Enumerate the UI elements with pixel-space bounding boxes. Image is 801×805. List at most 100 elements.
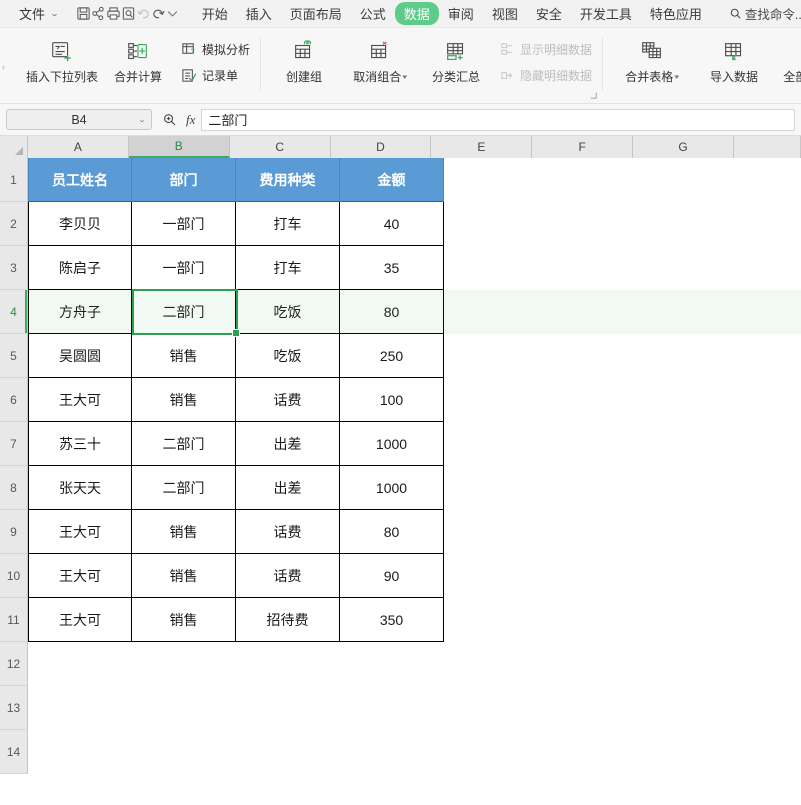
tab-featured-apps[interactable]: 特色应用: [641, 2, 711, 25]
undo-icon[interactable]: [136, 3, 151, 25]
insert-dropdown-list-button[interactable]: 插入下拉列表: [24, 32, 100, 96]
share-icon[interactable]: [91, 3, 106, 25]
cell-B6[interactable]: 销售: [132, 378, 236, 422]
save-icon[interactable]: [76, 3, 91, 25]
tab-review[interactable]: 审阅: [439, 2, 483, 25]
subtotal-button[interactable]: 分类汇总: [418, 32, 494, 96]
column-header-b[interactable]: B: [128, 136, 230, 158]
cell-A6[interactable]: 王大可: [28, 378, 132, 422]
cell-D14[interactable]: [340, 730, 444, 774]
row-header-11[interactable]: 11: [0, 598, 28, 642]
cell-A12[interactable]: [28, 642, 132, 686]
cell-B13[interactable]: [132, 686, 236, 730]
file-menu-button[interactable]: 文件: [17, 4, 47, 23]
insert-function-button[interactable]: fx: [186, 112, 195, 128]
merge-tables-button[interactable]: 合并表格 ▾: [608, 32, 696, 96]
tab-home[interactable]: 开始: [193, 2, 237, 25]
cell-B3[interactable]: 一部门: [132, 246, 236, 290]
row-header-4[interactable]: 4: [0, 290, 28, 334]
cell-C1[interactable]: 费用种类: [236, 158, 340, 202]
cell-A14[interactable]: [28, 730, 132, 774]
cell-A10[interactable]: 王大可: [28, 554, 132, 598]
tab-security[interactable]: 安全: [527, 2, 571, 25]
tab-data[interactable]: 数据: [394, 2, 439, 25]
cell-D12[interactable]: [340, 642, 444, 686]
cell-D13[interactable]: [340, 686, 444, 730]
cell-B10[interactable]: 销售: [132, 554, 236, 598]
what-if-analysis-button[interactable]: ? 模拟分析: [176, 38, 254, 60]
chevron-down-icon[interactable]: ▾: [403, 73, 408, 81]
cell-B12[interactable]: [132, 642, 236, 686]
cell-D1[interactable]: 金额: [340, 158, 444, 202]
cell-A3[interactable]: 陈启子: [28, 246, 132, 290]
column-header-f[interactable]: F: [532, 136, 634, 158]
column-header-e[interactable]: E: [431, 136, 533, 158]
cell-D3[interactable]: 35: [340, 246, 444, 290]
row-header-2[interactable]: 2: [0, 202, 28, 246]
row-header-10[interactable]: 10: [0, 554, 28, 598]
cell-D7[interactable]: 1000: [340, 422, 444, 466]
cell-C10[interactable]: 话费: [236, 554, 340, 598]
cell-B5[interactable]: 销售: [132, 334, 236, 378]
zoom-search-icon[interactable]: [158, 112, 180, 127]
row-header-12[interactable]: 12: [0, 642, 28, 686]
print-icon[interactable]: [106, 3, 121, 25]
row-header-9[interactable]: 9: [0, 510, 28, 554]
cell-A8[interactable]: 张天天: [28, 466, 132, 510]
cell-C4[interactable]: 吃饭: [236, 290, 340, 334]
print-preview-icon[interactable]: [121, 3, 136, 25]
cell-C6[interactable]: 话费: [236, 378, 340, 422]
hide-detail-button[interactable]: 隐藏明细数据: [494, 64, 596, 86]
cell-D6[interactable]: 100: [340, 378, 444, 422]
cell-A5[interactable]: 吴圆圆: [28, 334, 132, 378]
cell-D11[interactable]: 350: [340, 598, 444, 642]
record-form-button[interactable]: 记录单: [176, 64, 254, 86]
import-data-button[interactable]: 导入数据: [696, 32, 772, 96]
ungroup-button[interactable]: 取消组合 ▾: [342, 32, 418, 96]
cell-C13[interactable]: [236, 686, 340, 730]
row-header-1[interactable]: 1: [0, 158, 28, 202]
cell-C3[interactable]: 打车: [236, 246, 340, 290]
redo-icon[interactable]: [151, 3, 166, 25]
cell-A9[interactable]: 王大可: [28, 510, 132, 554]
cell-A1[interactable]: 员工姓名: [28, 158, 132, 202]
cell-D2[interactable]: 40: [340, 202, 444, 246]
search-command-box[interactable]: 查找命令...: [729, 4, 801, 23]
cell-C7[interactable]: 出差: [236, 422, 340, 466]
row-header-6[interactable]: 6: [0, 378, 28, 422]
cell-B4[interactable]: 二部门: [132, 290, 236, 334]
column-header-a[interactable]: A: [28, 136, 129, 158]
column-header-d[interactable]: D: [330, 136, 432, 158]
tab-developer[interactable]: 开发工具: [571, 2, 641, 25]
cell-B14[interactable]: [132, 730, 236, 774]
show-detail-button[interactable]: 显示明细数据: [494, 38, 596, 60]
tab-page-layout[interactable]: 页面布局: [281, 2, 351, 25]
tab-insert[interactable]: 插入: [237, 2, 281, 25]
row-header-14[interactable]: 14: [0, 730, 28, 774]
row-header-5[interactable]: 5: [0, 334, 28, 378]
cell-D5[interactable]: 250: [340, 334, 444, 378]
cell-D10[interactable]: 90: [340, 554, 444, 598]
cell-A11[interactable]: 王大可: [28, 598, 132, 642]
cell-B11[interactable]: 销售: [132, 598, 236, 642]
chevron-down-icon[interactable]: ⌄: [138, 116, 146, 124]
cell-C11[interactable]: 招待费: [236, 598, 340, 642]
cell-A2[interactable]: 李贝贝: [28, 202, 132, 246]
row-header-7[interactable]: 7: [0, 422, 28, 466]
cell-C14[interactable]: [236, 730, 340, 774]
cell-B8[interactable]: 二部门: [132, 466, 236, 510]
cell-B2[interactable]: 一部门: [132, 202, 236, 246]
cell-A4[interactable]: 方舟子: [28, 290, 132, 334]
row-header-8[interactable]: 8: [0, 466, 28, 510]
cell-C12[interactable]: [236, 642, 340, 686]
ribbon-collapse-icon[interactable]: ‹: [2, 62, 5, 72]
cell-C5[interactable]: 吃饭: [236, 334, 340, 378]
outline-dialog-launcher[interactable]: [589, 87, 598, 99]
chevron-down-icon[interactable]: ▾: [675, 73, 680, 81]
column-header-c[interactable]: C: [229, 136, 331, 158]
cell-B1[interactable]: 部门: [132, 158, 236, 202]
column-header-g[interactable]: G: [633, 136, 735, 158]
cell-B9[interactable]: 销售: [132, 510, 236, 554]
refresh-all-button[interactable]: 全部刷新 ▾: [772, 32, 801, 96]
tab-formulas[interactable]: 公式: [351, 2, 395, 25]
